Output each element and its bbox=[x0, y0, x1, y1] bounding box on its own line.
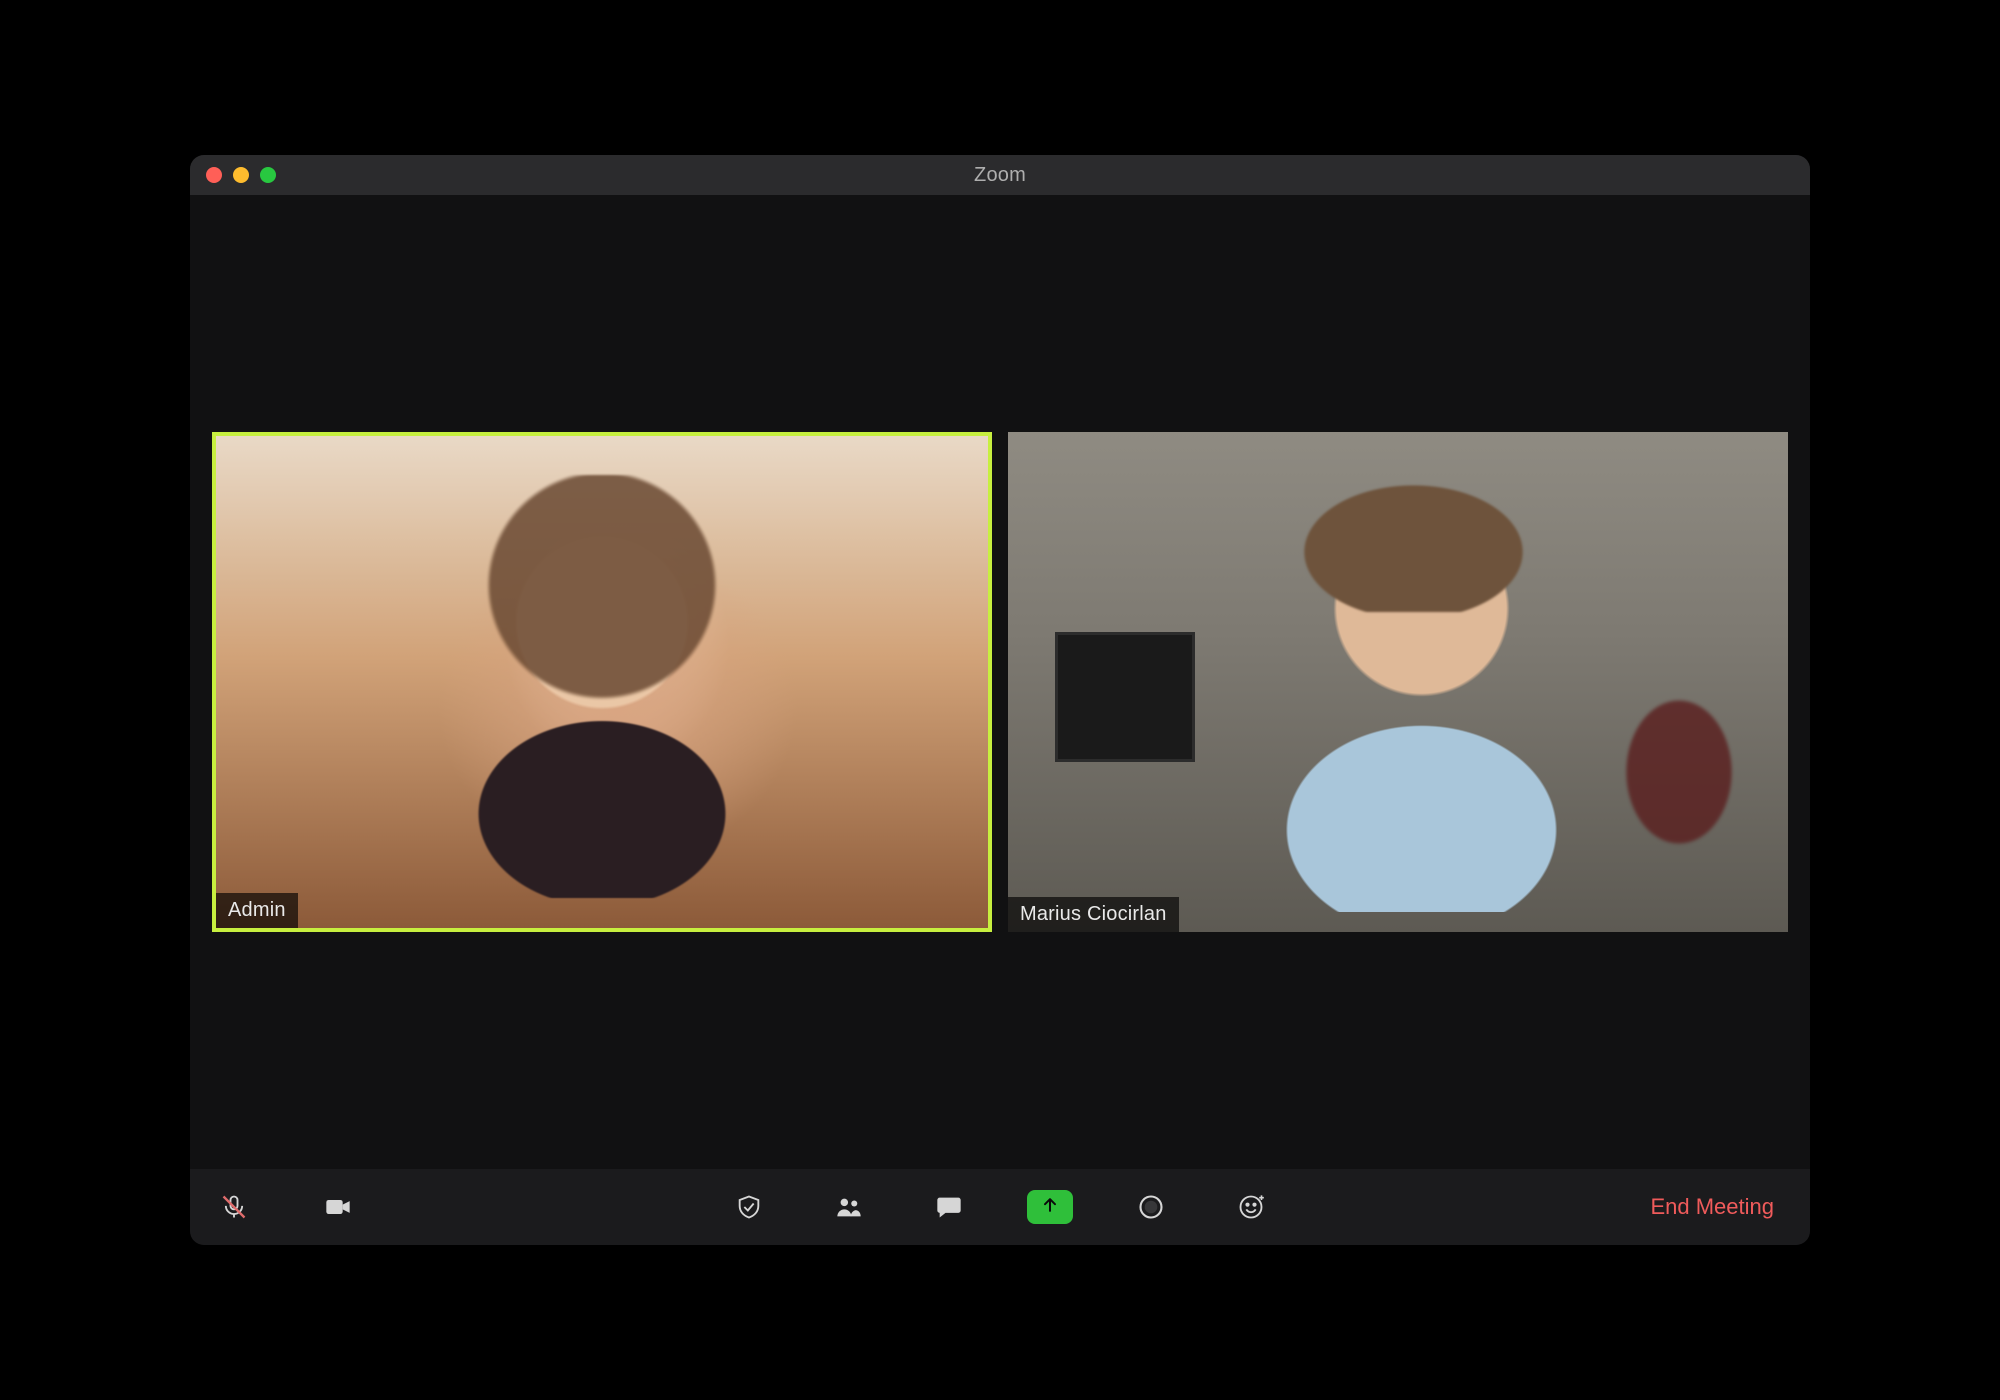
share-screen-icon bbox=[1040, 1195, 1060, 1220]
close-window-button[interactable] bbox=[206, 167, 222, 183]
window-title: Zoom bbox=[190, 164, 1810, 187]
participant-name-label: Admin bbox=[216, 893, 298, 928]
participant-tile-marius[interactable]: Marius Ciocirlan bbox=[1008, 432, 1788, 932]
titlebar[interactable]: Zoom bbox=[190, 155, 1810, 195]
zoom-window-button[interactable] bbox=[260, 167, 276, 183]
participants-button[interactable] bbox=[827, 1185, 871, 1229]
minimize-window-button[interactable] bbox=[233, 167, 249, 183]
video-grid: Admin Marius Ciocirlan bbox=[190, 195, 1810, 1169]
reactions-icon bbox=[1237, 1193, 1265, 1221]
mute-button[interactable] bbox=[212, 1185, 256, 1229]
video-icon bbox=[324, 1193, 352, 1221]
video-feed bbox=[216, 436, 988, 928]
window-controls bbox=[190, 167, 276, 183]
security-button[interactable] bbox=[727, 1185, 771, 1229]
participants-icon bbox=[835, 1193, 863, 1221]
chat-button[interactable] bbox=[927, 1185, 971, 1229]
meeting-toolbar: End Meeting bbox=[190, 1169, 1810, 1245]
share-screen-button[interactable] bbox=[1027, 1190, 1073, 1224]
chat-icon bbox=[935, 1193, 963, 1221]
reactions-button[interactable] bbox=[1229, 1185, 1273, 1229]
record-button[interactable] bbox=[1129, 1185, 1173, 1229]
end-meeting-button[interactable]: End Meeting bbox=[1636, 1186, 1788, 1228]
zoom-window: Zoom Admin Marius Ciocirlan bbox=[190, 155, 1810, 1245]
shield-icon bbox=[735, 1193, 763, 1221]
record-icon bbox=[1137, 1193, 1165, 1221]
video-feed bbox=[1008, 432, 1788, 932]
video-button[interactable] bbox=[316, 1185, 360, 1229]
microphone-muted-icon bbox=[220, 1193, 248, 1221]
participant-name-label: Marius Ciocirlan bbox=[1008, 897, 1179, 932]
participant-tile-admin[interactable]: Admin bbox=[212, 432, 992, 932]
